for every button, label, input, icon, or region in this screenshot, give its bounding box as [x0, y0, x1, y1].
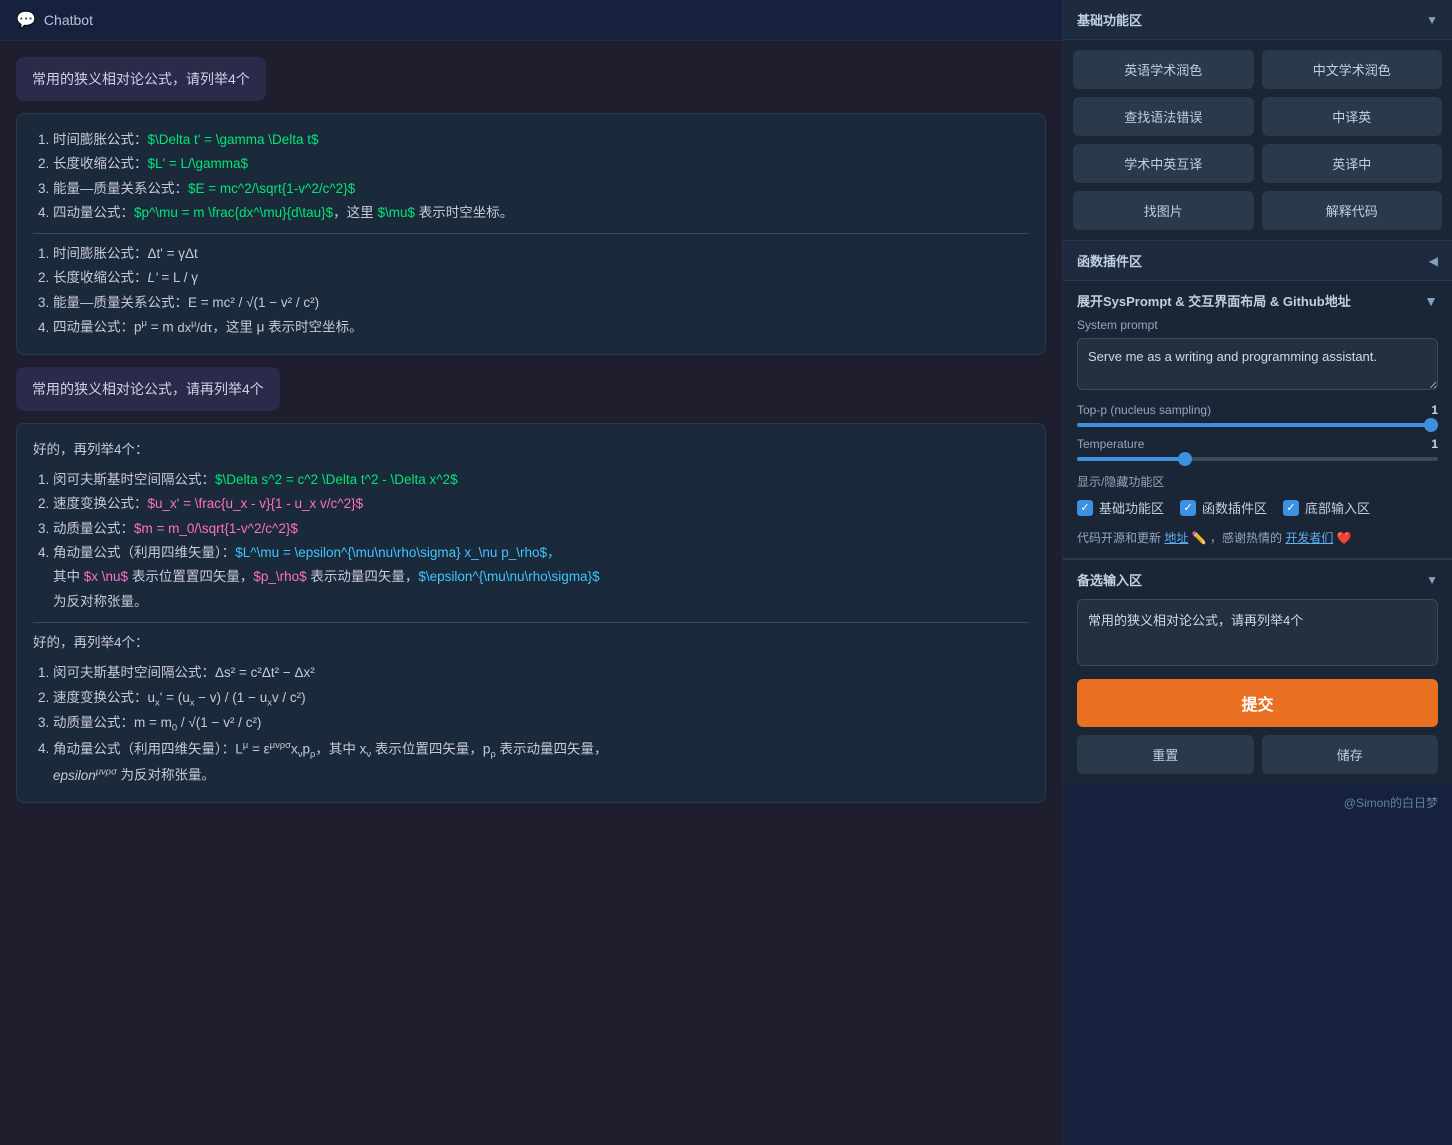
rendered-formula: 闵可夫斯基时空间隔公式：Δs² = c²Δt² − Δx² [53, 661, 1029, 685]
rendered-formula: 能量—质量关系公式：E = mc² / √(1 − v² / c²) [53, 291, 1029, 315]
basic-functions-header[interactable]: 基础功能区 ▼ [1063, 0, 1452, 40]
sysprompt-arrow: ▼ [1424, 293, 1438, 309]
rendered-formula: 长度收缩公式：L' = L / γ [53, 266, 1029, 290]
top-p-fill [1077, 423, 1438, 427]
sysprompt-label: System prompt [1077, 318, 1438, 332]
checkbox-box-basic: ✓ [1077, 500, 1093, 516]
top-p-slider[interactable] [1077, 423, 1438, 427]
user-message-2: 常用的狭义相对论公式，请再列举4个 [16, 367, 280, 411]
plugin-header[interactable]: 函数插件区 ◀ [1063, 240, 1452, 281]
backup-arrow: ▼ [1426, 573, 1438, 587]
backup-section: 备选输入区 ▼ 提交 重置 储存 [1063, 559, 1452, 784]
temperature-fill [1077, 457, 1185, 461]
rendered-formula: 动质量公式：m = m0 / √(1 − v² / c²) [53, 711, 1029, 737]
checkbox-bottom[interactable]: ✓ 底部输入区 [1283, 498, 1370, 517]
checkbox-label-bottom: 底部输入区 [1305, 498, 1370, 517]
rendered-intro: 好的，再列举4个： [33, 631, 1029, 655]
checkbox-plugin[interactable]: ✓ 函数插件区 [1180, 498, 1267, 517]
btn-academic-translate[interactable]: 学术中英互译 [1073, 144, 1254, 183]
save-button[interactable]: 储存 [1262, 735, 1439, 774]
right-panel: 基础功能区 ▼ 英语学术润色 中文学术润色 查找语法错误 中译英 学术中英互译 … [1062, 0, 1452, 1145]
checkbox-basic[interactable]: ✓ 基础功能区 [1077, 498, 1164, 517]
opensource-link[interactable]: 地址 [1164, 531, 1188, 545]
rendered-formula: 角动量公式（利用四维矢量）：Lμ = εμνρσxνpρ，其中 xν 表示位置四… [53, 737, 1029, 788]
backup-header: 备选输入区 ▼ [1077, 570, 1438, 589]
visibility-section: 显示/隐藏功能区 ✓ 基础功能区 ✓ 函数插件区 ✓ [1077, 473, 1438, 517]
submit-button[interactable]: 提交 [1077, 679, 1438, 727]
plugin-title: 函数插件区 [1077, 251, 1142, 270]
rendered-formula: 时间膨胀公式：Δt' = γΔt [53, 242, 1029, 266]
backup-input[interactable] [1077, 599, 1438, 666]
plugin-arrow: ◀ [1429, 254, 1438, 268]
top-p-row: Top-p (nucleus sampling) 1 [1077, 403, 1438, 427]
assistant-message-2: 好的，再列举4个： 闵可夫斯基时空间隔公式：$\Delta s^2 = c^2 … [16, 423, 1046, 803]
devs-link[interactable]: 开发者们 [1285, 531, 1333, 545]
formula-item: 速度变换公式：$u_x' = \frac{u_x - v}{1 - u_x v/… [53, 492, 1029, 516]
sysprompt-header: 展开SysPrompt & 交互界面布局 & Github地址 ▼ [1077, 291, 1438, 310]
btn-chinese-polish[interactable]: 中文学术润色 [1262, 50, 1443, 89]
chatbot-icon: 💬 [16, 10, 36, 30]
formula-item: 时间膨胀公式：$\Delta t' = \gamma \Delta t$ [53, 128, 1029, 152]
assistant-intro: 好的，再列举4个： [33, 438, 1029, 462]
btn-english-polish[interactable]: 英语学术润色 [1073, 50, 1254, 89]
watermark: @Simon的白日梦 [1063, 784, 1452, 821]
basic-functions-arrow: ▼ [1426, 13, 1438, 27]
btn-en-to-zh[interactable]: 英译中 [1262, 144, 1443, 183]
formula-item: 长度收缩公式：$L' = L/\gamma$ [53, 152, 1029, 176]
rendered-formula: 四动量公式：pμ = m dxμ/dτ，这里 μ 表示时空坐标。 [53, 315, 1029, 340]
user-message-1: 常用的狭义相对论公式，请列举4个 [16, 57, 266, 101]
visibility-title: 显示/隐藏功能区 [1077, 473, 1438, 490]
left-panel: 💬 Chatbot 常用的狭义相对论公式，请列举4个 时间膨胀公式：$\Delt… [0, 0, 1062, 1145]
formula-item: 四动量公式：$p^\mu = m \frac{dx^\mu}{d\tau}$，这… [53, 201, 1029, 225]
btn-find-image[interactable]: 找图片 [1073, 191, 1254, 230]
btn-grammar-check[interactable]: 查找语法错误 [1073, 97, 1254, 136]
basic-functions-title: 基础功能区 [1077, 10, 1142, 29]
checkbox-box-plugin: ✓ [1180, 500, 1196, 516]
rendered-formula: 速度变换公式：ux' = (ux − v) / (1 − uxv / c²) [53, 686, 1029, 712]
temperature-slider[interactable] [1077, 457, 1438, 461]
btn-explain-code[interactable]: 解释代码 [1262, 191, 1443, 230]
top-p-label: Top-p (nucleus sampling) 1 [1077, 403, 1438, 417]
sysprompt-input[interactable] [1077, 338, 1438, 390]
formula-item: 能量—质量关系公式：$E = mc^2/\sqrt{1-v^2/c^2}$ [53, 177, 1029, 201]
temperature-row: Temperature 1 [1077, 437, 1438, 461]
chatbot-title: Chatbot [44, 12, 93, 28]
basic-functions-grid: 英语学术润色 中文学术润色 查找语法错误 中译英 学术中英互译 英译中 找图片 … [1063, 40, 1452, 240]
top-p-thumb [1424, 418, 1438, 432]
sysprompt-section: 展开SysPrompt & 交互界面布局 & Github地址 ▼ System… [1063, 281, 1452, 559]
formula-item: 动质量公式：$m = m_0/\sqrt{1-v^2/c^2}$ [53, 517, 1029, 541]
formula-item: 闵可夫斯基时空间隔公式：$\Delta s^2 = c^2 \Delta t^2… [53, 468, 1029, 492]
backup-title: 备选输入区 [1077, 570, 1142, 589]
opensource-row: 代码开源和更新 地址 ✏️ ，感谢热情的 开发者们 ❤️ [1077, 529, 1438, 548]
chat-area: 常用的狭义相对论公式，请列举4个 时间膨胀公式：$\Delta t' = \ga… [0, 41, 1062, 1145]
checkbox-box-bottom: ✓ [1283, 500, 1299, 516]
btn-zh-to-en[interactable]: 中译英 [1262, 97, 1443, 136]
checkbox-row: ✓ 基础功能区 ✓ 函数插件区 ✓ 底部输入区 [1077, 498, 1438, 517]
checkbox-label-plugin: 函数插件区 [1202, 498, 1267, 517]
formula-item: 角动量公式（利用四维矢量）：$L^\mu = \epsilon^{\mu\nu\… [53, 541, 1029, 614]
chat-header: 💬 Chatbot [0, 0, 1062, 41]
assistant-message-1: 时间膨胀公式：$\Delta t' = \gamma \Delta t$ 长度收… [16, 113, 1046, 355]
sysprompt-section-title: 展开SysPrompt & 交互界面布局 & Github地址 [1077, 291, 1351, 310]
reset-button[interactable]: 重置 [1077, 735, 1254, 774]
temperature-label: Temperature 1 [1077, 437, 1438, 451]
temperature-thumb [1178, 452, 1192, 466]
bottom-buttons: 重置 储存 [1077, 735, 1438, 774]
checkbox-label-basic: 基础功能区 [1099, 498, 1164, 517]
